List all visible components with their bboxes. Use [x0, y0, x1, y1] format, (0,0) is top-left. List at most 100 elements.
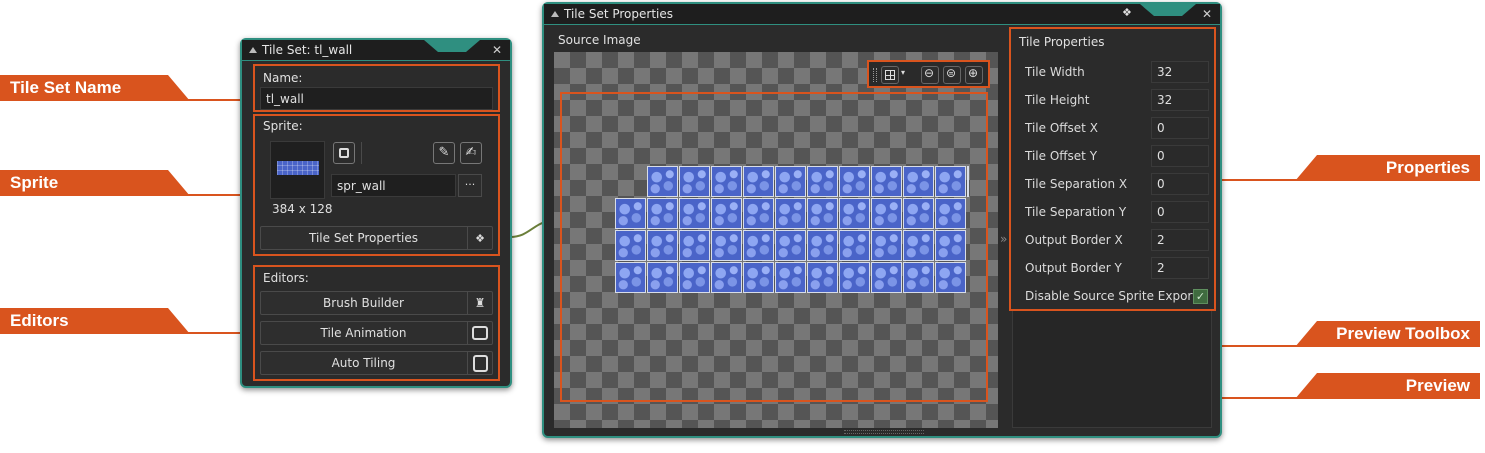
tile-offset-x-input[interactable]: 0: [1151, 117, 1209, 139]
sprite-size: 384 x 128: [272, 202, 333, 216]
wall-tile: [775, 230, 806, 261]
wall-tile: [839, 198, 870, 229]
property-label: Tile Offset X: [1025, 121, 1098, 135]
collapse-icon[interactable]: [249, 47, 257, 53]
auto-tiling-icon: [467, 352, 492, 374]
output-border-y-input[interactable]: 2: [1151, 257, 1209, 279]
tile-animation-label: Tile Animation: [320, 326, 407, 340]
wall-tile: [871, 166, 902, 197]
tile-set-properties-button[interactable]: Tile Set Properties ❖: [260, 226, 493, 250]
grid-dropdown-chevron-icon[interactable]: ▾: [901, 68, 905, 77]
grid-toggle-icon[interactable]: [881, 66, 899, 84]
resize-grip[interactable]: [844, 430, 924, 434]
window-notch: [424, 40, 480, 52]
wall-tile: [647, 198, 678, 229]
tile-separation-y-input[interactable]: 0: [1151, 201, 1209, 223]
close-icon[interactable]: ✕: [1202, 4, 1212, 24]
property-row-tile-offset-y: Tile Offset Y 0: [1019, 142, 1211, 170]
tileset-window: Tile Set: tl_wall ✕ Name: tl_wall Sprite…: [240, 38, 512, 388]
name-input[interactable]: tl_wall: [260, 87, 493, 110]
tile-height-input[interactable]: 32: [1151, 89, 1209, 111]
tile-properties-title: Tile Properties: [1019, 35, 1105, 49]
tile-animation-icon: [467, 322, 492, 344]
tile-properties-section: Tile Properties Tile Width 32 Tile Heigh…: [1009, 27, 1216, 311]
property-label: Output Border X: [1025, 233, 1123, 247]
tile-separation-x-input[interactable]: 0: [1151, 173, 1209, 195]
wall-tile: [743, 166, 774, 197]
divider: [361, 142, 362, 164]
wall-tile: [967, 166, 969, 197]
wall-tile: [775, 262, 806, 293]
tile-animation-button[interactable]: Tile Animation: [260, 321, 493, 345]
wall-tile: [871, 230, 902, 261]
new-sprite-icon[interactable]: [333, 142, 355, 164]
property-label: Output Border Y: [1025, 261, 1122, 275]
wall-tile: [615, 262, 646, 293]
sprite-name-field[interactable]: spr_wall: [331, 174, 456, 197]
edit-sprite-icon[interactable]: ✎: [433, 142, 455, 164]
wall-tile: [775, 198, 806, 229]
brush-builder-button[interactable]: Brush Builder ♜: [260, 291, 493, 315]
property-row-tile-separation-x: Tile Separation X 0: [1019, 170, 1211, 198]
wall-tile: [743, 198, 774, 229]
property-row-output-border-y: Output Border Y 2: [1019, 254, 1211, 282]
property-label: Tile Separation X: [1025, 177, 1128, 191]
wall-tile: [903, 230, 934, 261]
callout-sprite-text: Sprite: [10, 173, 59, 192]
callout-preview-toolbox-text: Preview Toolbox: [1336, 324, 1470, 343]
name-section: Name: tl_wall: [253, 64, 500, 112]
wall-tile: [935, 230, 966, 261]
property-row-tile-width: Tile Width 32: [1019, 58, 1211, 86]
sprite-thumbnail[interactable]: [270, 141, 325, 199]
wall-tile: [615, 230, 646, 261]
wall-tile: [903, 166, 934, 197]
paint-brush-icon[interactable]: ✍: [460, 142, 482, 164]
tile-offset-y-input[interactable]: 0: [1151, 145, 1209, 167]
collapse-icon[interactable]: [551, 11, 559, 17]
wall-tile: [711, 230, 742, 261]
tile-width-input[interactable]: 32: [1151, 61, 1209, 83]
property-label: Tile Height: [1025, 93, 1090, 107]
auto-tiling-button[interactable]: Auto Tiling: [260, 351, 493, 375]
property-label: Tile Offset Y: [1025, 149, 1098, 163]
collapse-panel-chevron-icon[interactable]: »: [1000, 232, 1007, 246]
callout-properties: Properties: [1295, 155, 1480, 181]
property-row-tile-separation-y: Tile Separation Y 0: [1019, 198, 1211, 226]
wall-tile: [839, 230, 870, 261]
wall-tile: [679, 166, 710, 197]
wall-tile: [679, 262, 710, 293]
close-icon[interactable]: ✕: [492, 40, 502, 60]
tileset-window-titlebar[interactable]: Tile Set: tl_wall ✕: [242, 40, 510, 61]
properties-window-title: Tile Set Properties: [564, 7, 673, 21]
tileset-properties-icon: ❖: [467, 227, 492, 249]
wall-tile: [871, 198, 902, 229]
output-border-x-input[interactable]: 2: [1151, 229, 1209, 251]
tileset-window-title: Tile Set: tl_wall: [262, 43, 353, 57]
zoom-out-icon[interactable]: ⊖: [921, 66, 939, 84]
property-row-disable-export: Disable Source Sprite Export ✓: [1019, 282, 1211, 310]
wall-tile: [711, 198, 742, 229]
wall-tile: [903, 262, 934, 293]
tile-set-properties-label: Tile Set Properties: [309, 231, 418, 245]
zoom-reset-icon[interactable]: ⊜: [943, 66, 961, 84]
brush-builder-label: Brush Builder: [323, 296, 404, 310]
source-image-label: Source Image: [558, 33, 641, 47]
property-row-tile-offset-x: Tile Offset X 0: [1019, 114, 1211, 142]
source-image-canvas[interactable]: ▾ ⊖ ⊜ ⊕: [554, 52, 998, 428]
zoom-in-icon[interactable]: ⊕: [965, 66, 983, 84]
callout-tile-set-name-text: Tile Set Name: [10, 78, 122, 97]
grip-handle[interactable]: [873, 68, 877, 82]
properties-window-titlebar[interactable]: Tile Set Properties ❖ ✕: [544, 4, 1220, 25]
wall-tile: [807, 166, 838, 197]
browse-sprite-button[interactable]: ···: [458, 174, 482, 197]
sprite-label: Sprite:: [263, 119, 303, 133]
property-row-tile-height: Tile Height 32: [1019, 86, 1211, 114]
disable-export-checkbox[interactable]: ✓: [1193, 289, 1208, 304]
window-notch: [1140, 4, 1196, 16]
wall-tile: [935, 166, 966, 197]
wall-tile: [615, 198, 646, 229]
editors-label: Editors:: [263, 271, 309, 285]
wall-tile: [839, 262, 870, 293]
wall-tile: [711, 262, 742, 293]
callout-line: [1213, 179, 1297, 181]
